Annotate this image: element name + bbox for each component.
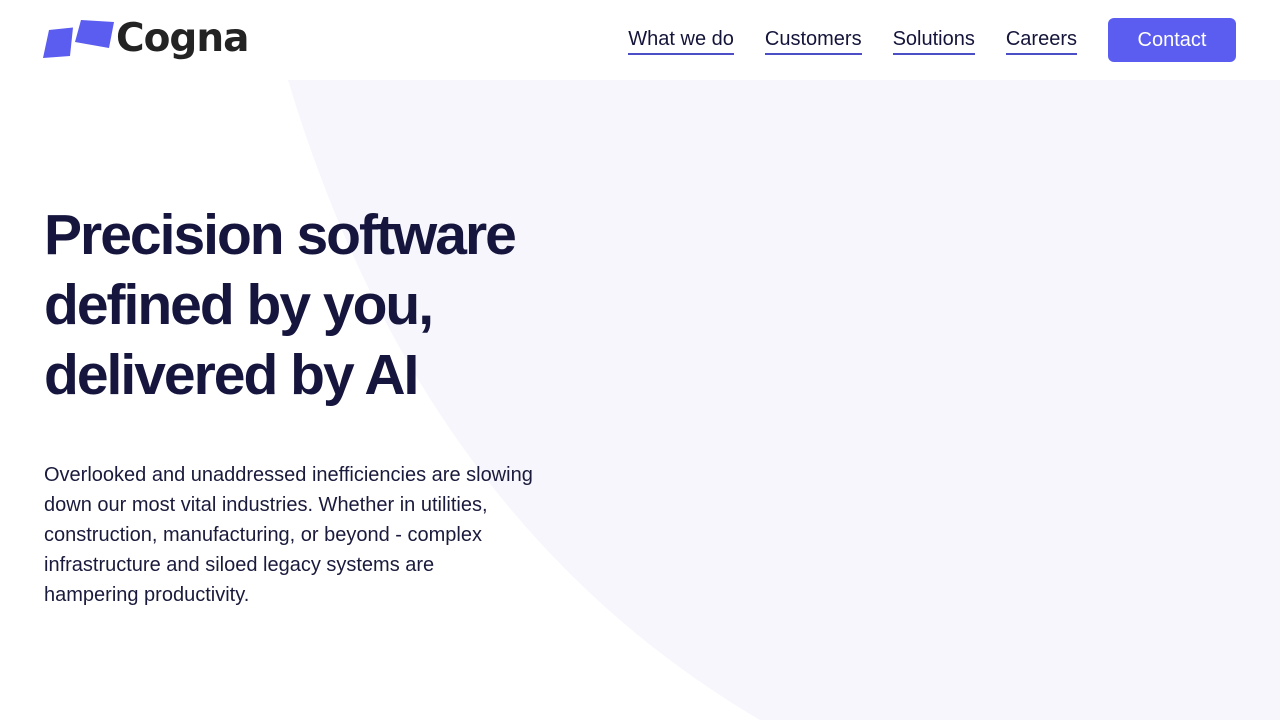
hero-description-line: down our most vital industries. Whether …: [44, 494, 488, 516]
cogna-logo-icon: [43, 20, 114, 58]
hero-description-line: hampering productivity.: [44, 584, 250, 606]
nav-link-careers[interactable]: Careers: [1005, 26, 1077, 55]
hero-title: Precision software defined by you, deliv…: [44, 200, 604, 410]
logo-link[interactable]: Cogna: [43, 16, 249, 62]
hero-title-line: Precision software: [44, 203, 517, 267]
contact-button[interactable]: Contact: [1108, 18, 1236, 62]
hero-section: Precision software defined by you, deliv…: [44, 200, 604, 610]
site-header: Cogna What we do Customers Solutions Car…: [0, 0, 1280, 80]
hero-description-line: construction, manufacturing, or beyond -…: [44, 524, 482, 546]
hero-title-line: defined by you,: [44, 273, 434, 337]
hero-description-line: Overlooked and unaddressed inefficiencie…: [44, 464, 533, 486]
nav-link-customers[interactable]: Customers: [764, 26, 862, 55]
hero-description: Overlooked and unaddressed inefficiencie…: [44, 460, 584, 610]
logo-text: Cogna: [116, 16, 249, 61]
main-nav: What we do Customers Solutions Careers C…: [628, 18, 1236, 62]
hero-title-line: delivered by AI: [44, 343, 419, 407]
page: Cogna What we do Customers Solutions Car…: [0, 0, 1280, 720]
hero-description-line: infrastructure and siloed legacy systems…: [44, 554, 435, 576]
nav-link-what-we-do[interactable]: What we do: [628, 26, 734, 55]
nav-link-solutions[interactable]: Solutions: [892, 26, 975, 55]
